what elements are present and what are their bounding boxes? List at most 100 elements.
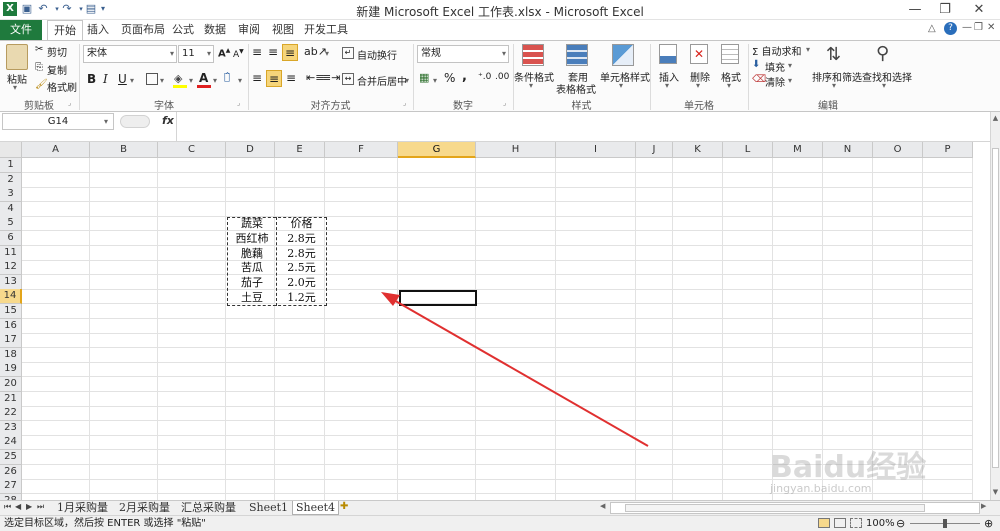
scroll-left-icon[interactable]: ◀ [600,502,605,510]
underline-button[interactable]: U [118,72,127,86]
copy-button[interactable]: 复制 [47,62,67,77]
font-color-button[interactable]: A [199,71,208,85]
font-size-dropdown-icon[interactable]: ▾ [207,49,211,58]
comma-style-button[interactable]: , [462,69,467,84]
conditional-formatting-button[interactable]: 条件格式 [514,69,554,84]
align-left-icon[interactable]: ≡ [252,71,262,85]
insert-cells-icon[interactable] [659,44,677,64]
name-box-dropdown-icon[interactable]: ▾ [104,117,108,126]
autosum-button[interactable]: Σ 自动求和 [752,43,802,58]
doc-restore-icon[interactable]: ❐ [974,22,983,33]
format-as-table-label-2[interactable]: 表格格式 [556,81,596,96]
sheet-tab[interactable]: Sheet1 [246,501,291,515]
scroll-right-icon[interactable]: ▶ [981,502,986,510]
decrease-decimal-icon[interactable]: .00 [495,72,509,82]
cell-styles-icon[interactable] [612,44,634,66]
font-name-dropdown-icon[interactable]: ▾ [170,49,174,58]
minimize-ribbon-icon[interactable]: △ [928,23,936,34]
format-cells-dropdown-icon[interactable]: ▾ [727,81,731,90]
clear-button[interactable]: 清除 [765,74,785,89]
close-icon[interactable]: ✕ [964,0,994,20]
underline-dropdown-icon[interactable]: ▾ [130,76,134,85]
doc-close-icon[interactable]: ✕ [987,22,995,33]
find-select-icon[interactable]: ⚲ [876,43,889,64]
number-format-dropdown-icon[interactable]: ▾ [502,49,506,58]
cell-styles-button[interactable]: 单元格样式 [600,69,650,84]
phonetic-dropdown-icon[interactable]: ▾ [238,76,242,85]
tab-file[interactable]: 文件 [0,20,42,40]
number-launcher-icon[interactable]: ⌟ [503,99,506,107]
alignment-launcher-icon[interactable]: ⌟ [403,99,406,107]
sheet-tab[interactable]: 2月采购量 [116,501,173,515]
fill-color-icon[interactable]: ◈ [174,72,182,85]
phonetic-icon[interactable]: 文̂ [224,72,230,83]
zoom-slider-thumb[interactable] [943,519,947,528]
italic-button[interactable]: I [103,72,108,86]
font-name-input[interactable]: 宋体 [83,45,177,63]
tab-page-layout[interactable]: 页面布局 [115,20,171,40]
orientation-icon[interactable]: ab↗ [304,45,327,58]
minimize-icon[interactable]: — [900,0,930,20]
wrap-text-icon[interactable]: ↵ [342,47,354,59]
delete-cells-icon[interactable]: ✕ [690,44,708,64]
normal-view-icon[interactable] [818,518,830,528]
tab-review[interactable]: 审阅 [232,20,266,40]
insert-sheet-icon[interactable]: ✚ [340,501,348,512]
format-painter-button[interactable]: 格式刷 [47,79,77,94]
sort-filter-button[interactable]: 排序和筛选 [812,69,862,84]
orientation-dropdown-icon[interactable]: ▾ [325,49,329,58]
sheet-tab-active[interactable]: Sheet4 [292,501,340,515]
find-select-button[interactable]: 查找和选择 [862,69,912,84]
copy-icon[interactable]: ⎘ [35,62,43,73]
formula-input[interactable] [176,112,988,141]
merge-center-button[interactable]: 合并后居中 [357,73,407,88]
scroll-up-icon[interactable]: ▲ [991,114,1000,122]
scissors-icon[interactable]: ✂ [35,44,43,55]
help-icon[interactable]: ? [944,22,957,35]
scroll-down-icon[interactable]: ▼ [991,488,1000,496]
conditional-formatting-icon[interactable] [522,44,544,66]
formula-bar-splitter[interactable] [120,115,150,128]
prev-sheet-icon[interactable]: ◀ [15,502,21,511]
align-bottom-button[interactable]: ≡ [282,44,298,61]
format-cells-icon[interactable] [721,44,739,64]
font-launcher-icon[interactable]: ⌟ [237,99,240,107]
zoom-out-icon[interactable]: ⊖ [896,516,905,531]
next-sheet-icon[interactable]: ▶ [26,502,32,511]
accounting-format-dropdown-icon[interactable]: ▾ [433,76,437,85]
bold-button[interactable]: B [87,72,96,86]
tab-home[interactable]: 开始 [47,20,83,41]
align-middle-icon[interactable]: ≡ [268,45,278,59]
sheet-tab[interactable]: 1月采购量 [54,501,111,515]
align-center-button[interactable]: ≡ [266,70,282,87]
tab-developer[interactable]: 开发工具 [298,20,354,40]
fill-dropdown-icon[interactable]: ▾ [788,61,792,70]
page-layout-view-icon[interactable] [834,518,846,528]
number-format-select[interactable]: 常规 [417,45,509,63]
paste-dropdown-icon[interactable]: ▾ [13,83,17,92]
delete-cells-dropdown-icon[interactable]: ▾ [696,81,700,90]
format-painter-icon[interactable]: 🖌 [35,79,48,90]
increase-indent-icon[interactable]: ≡⇥ [322,71,340,84]
last-sheet-icon[interactable]: ⏭ [37,502,44,512]
shrink-font-icon[interactable]: A▼ [233,48,244,60]
page-break-view-icon[interactable] [850,518,862,528]
merge-center-icon[interactable]: ↔ [342,73,354,85]
borders-dropdown-icon[interactable]: ▾ [160,76,164,85]
first-sheet-icon[interactable]: ⏮ [4,502,11,512]
horizontal-scrollbar[interactable] [610,502,980,514]
vertical-scroll-thumb[interactable] [992,148,999,468]
align-right-icon[interactable]: ≡ [286,71,296,85]
restore-icon[interactable]: ❐ [930,0,960,20]
conditional-formatting-dropdown-icon[interactable]: ▾ [529,81,533,90]
paste-icon[interactable] [6,44,28,70]
autosum-dropdown-icon[interactable]: ▾ [806,45,810,54]
borders-icon[interactable] [146,73,158,85]
grow-font-icon[interactable]: A▲ [218,47,230,59]
wrap-text-button[interactable]: 自动换行 [357,47,397,62]
tab-data[interactable]: 数据 [198,20,232,40]
horizontal-scroll-thumb[interactable] [625,504,925,512]
zoom-in-icon[interactable]: ⊕ [984,516,993,531]
format-as-table-icon[interactable] [566,44,588,66]
fill-button[interactable]: 填充 [765,59,785,74]
